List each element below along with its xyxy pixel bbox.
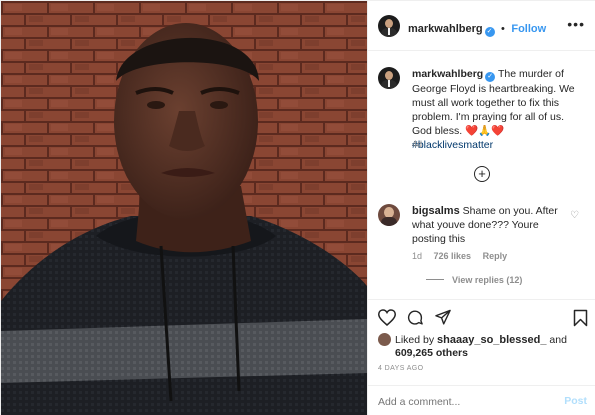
liker-username[interactable]: shaaay_so_blessed_ (437, 334, 546, 346)
caption-avatar[interactable] (378, 67, 400, 89)
post-header: markwahlberg ✓ • Follow ••• (368, 1, 595, 51)
liker-avatar[interactable] (378, 333, 391, 346)
view-replies-label: View replies (12) (452, 275, 523, 285)
verified-badge-icon: ✓ (485, 72, 496, 82)
caption-age: 4d (412, 139, 423, 149)
load-more-comments-icon[interactable]: + (474, 166, 490, 182)
replies-divider (426, 279, 444, 280)
header-username[interactable]: markwahlberg (408, 23, 483, 35)
portrait-image (1, 1, 367, 415)
reply-button[interactable]: Reply (483, 251, 508, 261)
comment: bigsalms Shame on you. After what youve … (412, 204, 572, 246)
separator-dot: • (501, 23, 505, 35)
header-line: markwahlberg ✓ • Follow (408, 19, 546, 37)
liked-and: and (549, 334, 567, 346)
post-sidebar: markwahlberg ✓ • Follow ••• markwahlberg ✓… (367, 1, 595, 415)
commenter-avatar[interactable] (378, 204, 400, 226)
follow-button[interactable]: Follow (511, 23, 546, 35)
share-icon[interactable] (434, 309, 452, 326)
likes-summary: Liked by shaaay_so_blessed_ and (378, 333, 567, 347)
comment-input[interactable] (378, 394, 548, 410)
heart-icon[interactable] (378, 309, 396, 326)
comment-username[interactable]: bigsalms (412, 205, 460, 217)
view-replies-button[interactable]: View replies (12) (426, 275, 522, 285)
comment-age: 1d (412, 251, 423, 261)
more-options-icon[interactable]: ••• (567, 16, 585, 32)
add-comment-bar: Post (368, 385, 595, 415)
comment-meta: 1d 726 likes Reply (412, 251, 516, 261)
liked-by-label: Liked by (395, 334, 435, 346)
verified-badge-icon: ✓ (484, 27, 495, 37)
post-comment-button[interactable]: Post (564, 395, 587, 407)
bookmark-icon[interactable] (573, 309, 588, 327)
comment-likes-link[interactable]: 726 likes (434, 251, 472, 261)
post-date: 4 DAYS AGO (378, 365, 424, 372)
instagram-post: markwahlberg ✓ • Follow ••• markwahlberg ✓… (0, 0, 595, 415)
comment-icon[interactable] (406, 309, 424, 326)
likes-count[interactable]: 609,265 others (395, 347, 468, 359)
hashtag-link[interactable]: #blacklivesmatter (412, 139, 493, 151)
author-avatar[interactable] (378, 15, 400, 37)
action-bar: Liked by shaaay_so_blessed_ and 609,265 … (368, 299, 595, 385)
caption-emojis: ❤️🙏❤️ (465, 125, 505, 137)
caption: markwahlberg ✓ The murder of George Floyd… (412, 67, 584, 152)
comment-like-heart-icon[interactable]: ♡ (570, 210, 579, 221)
caption-username[interactable]: markwahlberg (412, 68, 483, 80)
post-photo[interactable] (1, 1, 367, 415)
